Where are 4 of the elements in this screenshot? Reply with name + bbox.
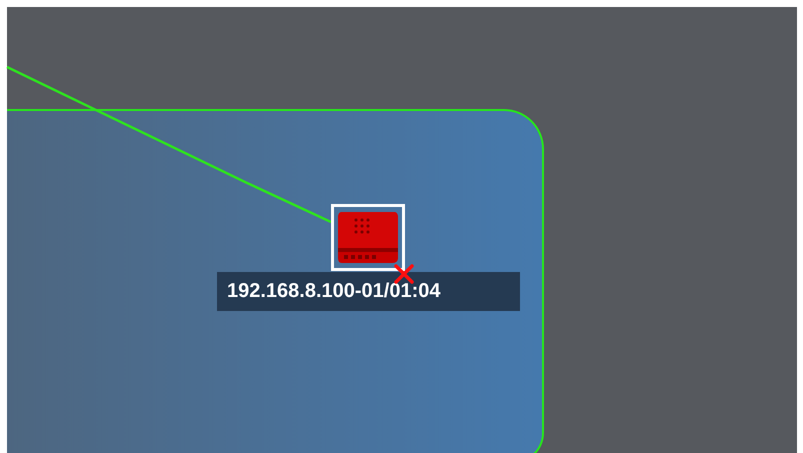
router-icon xyxy=(338,212,398,263)
device-label: 192.168.8.100-01/01:04 xyxy=(217,272,520,311)
link-line[interactable] xyxy=(6,66,332,224)
device-frame[interactable] xyxy=(331,204,405,271)
